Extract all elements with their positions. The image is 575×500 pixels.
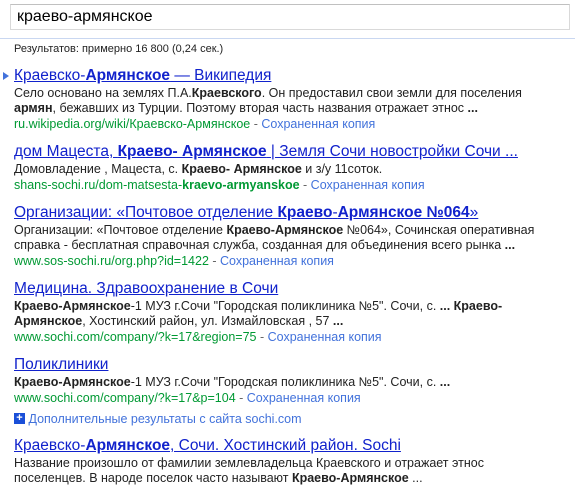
result-snippet-part: Краево- Армянское — [181, 162, 302, 176]
result-title-part: Краевско- — [14, 437, 86, 454]
result-snippet-part: Краево-Армянское — [226, 223, 344, 237]
cached-copy-link[interactable]: Сохраненная копия — [311, 178, 425, 192]
result-title-part: Армянское №064 — [337, 204, 470, 221]
search-result: Поликлиники Краево-Армянское-1 МУЗ г.Сочи… — [0, 355, 575, 406]
result-title-part: Организации: «Почтовое отделение — [14, 204, 278, 221]
result-url-part: shans-sochi.ru/dom-matsesta- — [14, 178, 183, 192]
result-snippet-line: Краево-Армянское-1 МУЗ г.Сочи "Городская… — [14, 299, 575, 314]
result-title-part: » — [469, 204, 479, 221]
plus-icon[interactable]: + — [14, 413, 25, 425]
result-title-part: | Земля Сочи новостройки Сочи ... — [266, 143, 518, 160]
result-snippet-part: Краево-Армянское — [291, 471, 409, 485]
result-title-link[interactable]: Организации: «Почтовое отделение Краево-… — [14, 203, 575, 223]
result-separator: - — [208, 254, 221, 268]
result-title-link[interactable]: Медицина. Здравоохранение в Сочи — [14, 279, 575, 299]
result-url: www.sochi.com/company/?k=17&region=75 — [14, 330, 257, 344]
result-title-part: Армянское — [85, 437, 171, 454]
result-title-part: , Сочи. Хостинский район. Sochi — [170, 437, 401, 454]
result-snippet-part: Краевского — [191, 86, 262, 100]
result-snippet-part: и з/у 11соток. — [301, 162, 383, 176]
result-snippet-part: Краево-Армянское — [14, 375, 131, 389]
result-title-part: Краевско- — [14, 67, 86, 84]
result-snippet-line: поселенцев. В народе поселок часто назыв… — [14, 471, 575, 486]
result-stats: Результатов: примерно 16 800 (0,24 сек.) — [14, 43, 224, 55]
result-separator: - — [250, 117, 262, 131]
search-result: Краевско-Армянское — Википедия Село основ… — [0, 66, 575, 132]
result-meta: www.sochi.com/company/?k=17&p=104 - Сохр… — [14, 390, 575, 406]
result-url: shans-sochi.ru/dom-matsesta-kraevo-armya… — [14, 178, 300, 192]
result-separator: - — [235, 391, 247, 405]
result-title-link[interactable]: Поликлиники — [14, 355, 575, 375]
result-snippet-part: поселенцев. В народе поселок часто назыв… — [14, 471, 292, 485]
result-snippet-part: ... Краево- — [439, 299, 503, 313]
result-url: www.sochi.com/company/?k=17&p=104 — [14, 391, 236, 405]
result-snippet-part: -1 МУЗ г.Сочи "Городская поликлиника №5"… — [130, 299, 440, 313]
result-snippet-part: Армянское — [14, 314, 83, 328]
result-snippet-part: ... — [439, 375, 451, 389]
result-title-part: дом Мацеста, — [14, 143, 118, 160]
result-snippet-line: Село основано на землях П.А.Краевского. … — [14, 86, 575, 101]
result-snippet-part: №064», Сочинская оперативная — [343, 223, 535, 237]
result-snippet-part: справка - бесплатная справочная служба, … — [14, 238, 505, 252]
result-url: www.sos-sochi.ru/org.php?id=1422 — [14, 254, 209, 268]
result-snippet-part: -1 МУЗ г.Сочи "Городская поликлиника №5"… — [130, 375, 440, 389]
result-url-part: kraevo-armyanskoe — [182, 178, 300, 192]
result-url: ru.wikipedia.org/wiki/Краевско-Армянское — [14, 117, 250, 131]
result-title-part: Поликлиники — [14, 356, 109, 373]
result-snippet-part: ... — [504, 238, 516, 252]
results-list: Краевско-Армянское — Википедия Село основ… — [0, 66, 575, 496]
result-meta: www.sochi.com/company/?k=17&region=75 - … — [14, 329, 575, 345]
result-title-part: Армянское — [85, 67, 171, 84]
search-result: Краевско-Армянское, Сочи. Хостинский рай… — [0, 436, 575, 486]
result-snippet-part: Село основано на землях П.А. — [14, 86, 192, 100]
cached-copy-link[interactable]: Сохраненная копия — [268, 330, 382, 344]
result-separator: - — [256, 330, 268, 344]
result-snippet-part: , Хостинский район, ул. Измайловская , 5… — [82, 314, 333, 328]
result-snippet-line: армян, бежавших из Турции. Поэтому втора… — [14, 101, 575, 116]
result-snippet-part: Краево-Армянское — [14, 299, 131, 313]
cached-copy-link[interactable]: Сохраненная копия — [220, 254, 334, 268]
result-url-part: www.sochi.com/company/?k=17&region=75 — [14, 330, 257, 344]
result-url-part: www.sos-sochi.ru/org.php?id=1422 — [14, 254, 209, 268]
result-snippet-part: . Он предоставил свои земли для поселени… — [261, 86, 522, 100]
result-snippet-line: Название произошло от фамилии землевладе… — [14, 456, 575, 471]
result-snippet-part: армян — [14, 101, 53, 115]
result-snippet-part: ... — [467, 101, 478, 115]
result-snippet-part: Название произошло от фамилии землевладе… — [14, 456, 484, 470]
search-result: Организации: «Почтовое отделение Краево-… — [0, 203, 575, 269]
result-title-part: Медицина. Здравоохранение в Сочи — [14, 280, 279, 297]
cached-copy-link[interactable]: Сохраненная копия — [261, 117, 375, 131]
result-title-part: Краево — [277, 204, 333, 221]
result-snippet-line: Организации: «Почтовое отделение Краево-… — [14, 223, 575, 238]
result-snippet-line: справка - бесплатная справочная служба, … — [14, 238, 575, 253]
result-snippet-line: Домовладение , Мацеста, с. Краево- Армян… — [14, 162, 575, 177]
search-result: дом Мацеста, Краево- Армянское | Земля С… — [0, 142, 575, 193]
result-title-part: Краево- Армянское — [117, 143, 267, 160]
result-url-part: www.sochi.com/company/?k=17&p=104 — [14, 391, 236, 405]
more-results-from-site: + Дополнительные результаты с сайта soch… — [0, 410, 575, 426]
result-url-part: ru.wikipedia.org/wiki/Краевско-Армянское — [14, 117, 251, 131]
result-snippet-part: ... — [408, 471, 423, 485]
result-snippet-part: , бежавших из Турции. Поэтому вторая час… — [52, 101, 468, 115]
search-result: Медицина. Здравоохранение в Сочи Краево-А… — [0, 279, 575, 345]
result-title-link[interactable]: Краевско-Армянское, Сочи. Хостинский рай… — [14, 436, 575, 456]
result-title-link[interactable]: Краевско-Армянское — Википедия — [14, 66, 575, 86]
result-arrow-icon — [3, 72, 9, 80]
result-title-part: — Википедия — [170, 67, 272, 84]
cached-copy-link[interactable]: Сохраненная копия — [247, 391, 361, 405]
result-snippet-part: Организации: «Почтовое отделение — [14, 223, 227, 237]
result-snippet-part: ... — [332, 314, 344, 328]
result-snippet-part: Домовладение , Мацеста, с. — [14, 162, 182, 176]
result-meta: www.sos-sochi.ru/org.php?id=1422 - Сохра… — [14, 253, 575, 269]
search-bar — [0, 0, 575, 39]
result-separator: - — [299, 178, 311, 192]
result-snippet-line: Краево-Армянское-1 МУЗ г.Сочи "Городская… — [14, 375, 575, 390]
result-snippet-line: Армянское, Хостинский район, ул. Измайло… — [14, 314, 575, 329]
result-meta: ru.wikipedia.org/wiki/Краевско-Армянское… — [14, 116, 575, 132]
result-title-link[interactable]: дом Мацеста, Краево- Армянское | Земля С… — [14, 142, 575, 162]
more-results-link[interactable]: Дополнительные результаты с сайта sochi.… — [25, 412, 301, 426]
result-meta: shans-sochi.ru/dom-matsesta-kraevo-armya… — [14, 177, 575, 193]
search-input[interactable] — [10, 4, 570, 30]
